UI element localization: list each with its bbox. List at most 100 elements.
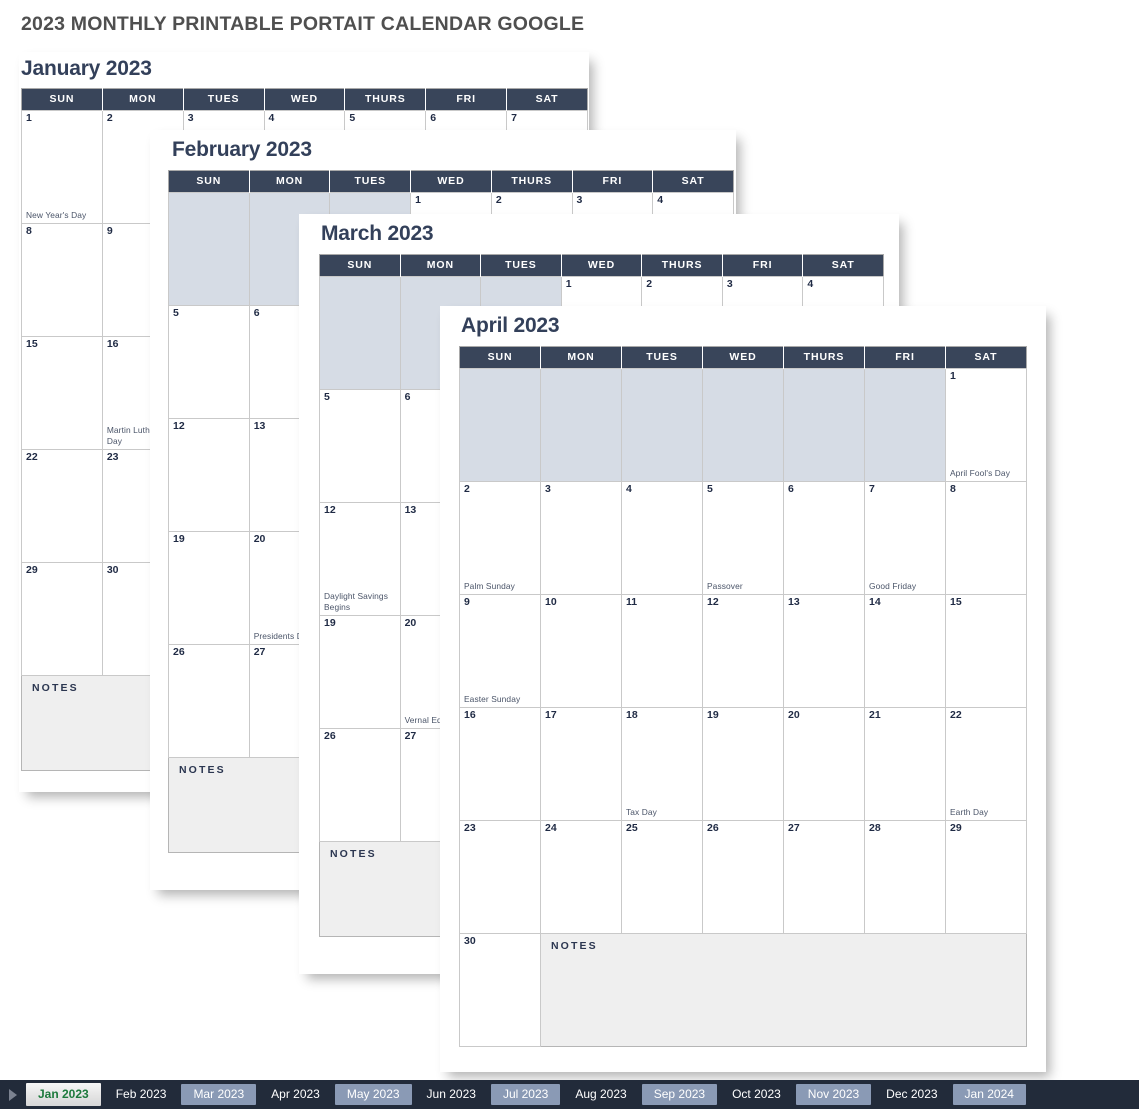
day-cell[interactable]: 13 <box>783 594 865 708</box>
sheet-tab-oct-2023[interactable]: Oct 2023 <box>720 1084 793 1105</box>
weekday-header-wed: WED <box>702 346 784 369</box>
sheet-tab-apr-2023[interactable]: Apr 2023 <box>259 1084 332 1105</box>
notes-label: NOTES <box>330 848 377 860</box>
day-cell[interactable] <box>621 368 703 482</box>
day-number: 16 <box>464 709 476 721</box>
day-cell[interactable]: 10 <box>540 594 622 708</box>
day-cell[interactable] <box>540 368 622 482</box>
day-cell[interactable]: 5 <box>319 389 401 503</box>
day-cell[interactable]: 4 <box>621 481 703 595</box>
day-cell[interactable]: 28 <box>864 820 946 934</box>
weekday-header-sun: SUN <box>319 254 401 277</box>
day-number: 27 <box>404 730 417 742</box>
day-cell[interactable]: 9 Easter Sunday <box>459 594 541 708</box>
day-number: 26 <box>324 730 336 742</box>
sheet-tab-dec-2023[interactable]: Dec 2023 <box>874 1084 950 1105</box>
notes-cell[interactable]: NOTES <box>540 933 1027 1047</box>
day-cell[interactable]: 30 <box>459 933 541 1047</box>
day-cell[interactable]: 11 <box>621 594 703 708</box>
day-number: 5 <box>707 483 713 495</box>
weekday-header-row: SUN MON TUES WED THURS FRI SAT <box>319 254 884 277</box>
page-title: 2023 MONTHLY PRINTABLE PORTAIT CALENDAR … <box>21 13 585 35</box>
day-cell[interactable]: 12 <box>702 594 784 708</box>
day-cell[interactable]: 7 Good Friday <box>864 481 946 595</box>
sheet-tab-feb-2023[interactable]: Feb 2023 <box>103 1084 179 1105</box>
day-cell[interactable]: 5 Passover <box>702 481 784 595</box>
day-cell[interactable] <box>319 276 401 390</box>
day-cell[interactable]: 12 Daylight Savings Begins <box>319 502 401 616</box>
weekday-header-mon: MON <box>102 88 184 111</box>
day-cell[interactable]: 17 <box>540 707 622 821</box>
play-arrow-icon[interactable] <box>0 1080 26 1109</box>
day-number: 20 <box>404 617 417 629</box>
sheet-tab-nov-2023[interactable]: Nov 2023 <box>795 1084 872 1105</box>
day-cell[interactable] <box>783 368 865 482</box>
day-cell[interactable]: 27 <box>783 820 865 934</box>
day-cell[interactable] <box>702 368 784 482</box>
sheet-tab-jan-2024[interactable]: Jan 2024 <box>952 1084 1026 1105</box>
day-number: 4 <box>626 483 632 495</box>
day-cell[interactable]: 8 <box>945 481 1027 595</box>
day-number: 19 <box>707 709 719 721</box>
day-cell[interactable]: 14 <box>864 594 946 708</box>
day-cell[interactable]: 22 Earth Day <box>945 707 1027 821</box>
day-number: 7 <box>869 483 875 495</box>
day-cell[interactable]: 22 <box>21 449 103 563</box>
sheet-tab-sep-2023[interactable]: Sep 2023 <box>641 1084 718 1105</box>
day-cell[interactable]: 3 <box>540 481 622 595</box>
day-cell[interactable]: 26 <box>702 820 784 934</box>
sheet-tab-aug-2023[interactable]: Aug 2023 <box>563 1084 639 1105</box>
day-cell[interactable]: 2 Palm Sunday <box>459 481 541 595</box>
month-title-mar: March 2023 <box>321 222 434 245</box>
day-cell[interactable]: 23 <box>459 820 541 934</box>
day-number: 3 <box>726 278 733 290</box>
day-number: 24 <box>545 822 557 834</box>
weekday-header-mon: MON <box>249 170 331 193</box>
day-cell[interactable]: 15 <box>21 336 103 450</box>
day-cell[interactable]: 19 <box>319 615 401 729</box>
sheet-tab-jul-2023[interactable]: Jul 2023 <box>490 1084 561 1105</box>
sheet-tab-jun-2023[interactable]: Jun 2023 <box>414 1084 488 1105</box>
sheet-tab-may-2023[interactable]: May 2023 <box>334 1084 412 1105</box>
day-cell[interactable]: 29 <box>21 562 103 676</box>
day-number: 3 <box>187 112 194 124</box>
day-number: 19 <box>173 533 185 545</box>
day-cell[interactable]: 5 <box>168 305 250 419</box>
day-cell[interactable]: 26 <box>168 644 250 758</box>
day-number: 1 <box>26 112 32 124</box>
weekday-header-thurs: THURS <box>344 88 427 111</box>
day-cell[interactable]: 18 Tax Day <box>621 707 703 821</box>
day-cell[interactable]: 25 <box>621 820 703 934</box>
sheet-tab-jan-2023[interactable]: Jan 2023 <box>26 1083 101 1106</box>
sheet-tab-mar-2023[interactable]: Mar 2023 <box>181 1084 257 1105</box>
day-cell[interactable] <box>459 368 541 482</box>
month-title-feb: February 2023 <box>172 138 312 161</box>
weekday-header-fri: FRI <box>425 88 508 111</box>
day-cell[interactable]: 29 <box>945 820 1027 934</box>
day-cell[interactable]: 19 <box>702 707 784 821</box>
day-number: 4 <box>268 112 275 124</box>
day-number: 26 <box>707 822 719 834</box>
day-cell[interactable]: 1 April Fool's Day <box>945 368 1027 482</box>
day-cell[interactable]: 16 <box>459 707 541 821</box>
day-cell[interactable]: 1 New Year's Day <box>21 110 103 224</box>
day-cell[interactable]: 19 <box>168 531 250 645</box>
day-number: 2 <box>495 194 502 206</box>
day-number: 6 <box>788 483 794 495</box>
day-cell[interactable]: 20 <box>783 707 865 821</box>
day-cell[interactable] <box>168 192 250 306</box>
day-number: 29 <box>26 564 38 576</box>
day-cell[interactable]: 26 <box>319 728 401 842</box>
day-number: 15 <box>950 596 962 608</box>
day-cell[interactable]: 24 <box>540 820 622 934</box>
day-cell[interactable]: 15 <box>945 594 1027 708</box>
day-cell[interactable]: 8 <box>21 223 103 337</box>
day-cell[interactable]: 12 <box>168 418 250 532</box>
day-number: 18 <box>626 709 638 721</box>
notes-label: NOTES <box>32 682 79 694</box>
day-cell[interactable]: 6 <box>783 481 865 595</box>
day-cell[interactable] <box>864 368 946 482</box>
day-number: 12 <box>324 504 336 516</box>
day-number: 20 <box>253 533 266 545</box>
day-cell[interactable]: 21 <box>864 707 946 821</box>
